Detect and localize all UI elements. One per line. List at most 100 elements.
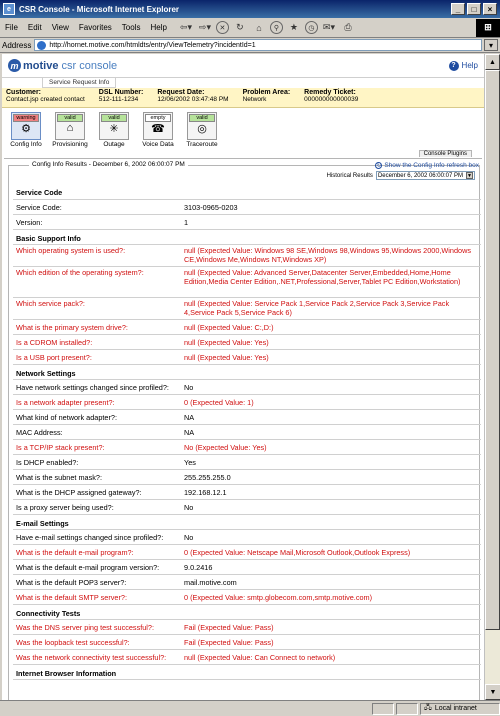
question-cell: Was the network connectivity test succes…	[13, 649, 181, 665]
intranet-icon: 🖧	[424, 704, 432, 711]
table-row: Which service pack?: null (Expected Value…	[13, 297, 481, 320]
section-header-row: Connectivity Tests	[13, 604, 481, 620]
favorites-icon[interactable]: ★	[286, 21, 302, 35]
question-cell: Was the loopback test successful?:	[13, 634, 181, 650]
refresh-icon[interactable]: ↻	[232, 21, 248, 35]
table-row: What is the default SMTP server?: 0 (Expe…	[13, 589, 481, 605]
question-cell: Is DHCP enabled?:	[13, 454, 181, 470]
dsl-label: DSL Number:	[98, 89, 144, 96]
results-tab-title: Config Info Results - December 6, 2002 0…	[29, 161, 188, 168]
question-cell: Which service pack?:	[13, 297, 181, 320]
plugin-provisioning[interactable]: valid ⌂ Provisioning	[50, 112, 90, 150]
windows-logo-icon: ⊞	[476, 18, 500, 37]
table-row: Is a CDROM installed?: null (Expected Val…	[13, 334, 481, 350]
window-title: CSR Console - Microsoft Internet Explore…	[19, 4, 180, 14]
answer-cell: 0 (Expected Value: Netscape Mail,Microso…	[181, 544, 481, 560]
service-request-info: Customer: Contact.jsp created contact DSL…	[2, 88, 484, 108]
forward-icon[interactable]: ⇨▾	[197, 21, 213, 35]
print-icon[interactable]: ⎙	[340, 21, 356, 35]
plugin-icon: valid ◎	[187, 112, 217, 140]
address-input[interactable]: http://hornet.motive.com/htmldts/entry/V…	[34, 39, 482, 51]
scroll-thumb[interactable]	[485, 70, 500, 630]
stop-icon[interactable]: ✕	[215, 21, 229, 34]
chevron-down-icon: ▼	[466, 172, 473, 179]
table-row: What is the DHCP assigned gateway?: 192.1…	[13, 484, 481, 500]
search-icon[interactable]: ⚲	[269, 21, 283, 34]
answer-cell: null (Expected Value: Advanced Server,Da…	[181, 266, 481, 298]
answer-cell: No	[181, 499, 481, 515]
menu-view[interactable]: View	[47, 23, 74, 32]
answer-cell: 3103-0965-0203	[181, 199, 481, 215]
table-row: Service Code: 3103-0965-0203	[13, 199, 481, 215]
back-icon[interactable]: ⇦▾	[178, 21, 194, 35]
window-titlebar: e CSR Console - Microsoft Internet Explo…	[0, 0, 500, 18]
refresh-box-link[interactable]: ↻ Show the Config Info refresh box	[375, 162, 479, 169]
plugin-traceroute[interactable]: valid ◎ Traceroute	[182, 112, 222, 150]
menu-help[interactable]: Help	[145, 23, 171, 32]
answer-cell: 0 (Expected Value: 1)	[181, 394, 481, 410]
minimize-button[interactable]: _	[451, 3, 465, 15]
close-button[interactable]: ×	[483, 3, 497, 15]
answer-cell: 9.0.2416	[181, 559, 481, 575]
tab-console-plugins[interactable]: Console Plugins	[418, 150, 472, 157]
menu-tools[interactable]: Tools	[117, 23, 146, 32]
plugin-label: Outage	[103, 141, 125, 148]
status-bar: 🖧 Local intranet	[0, 700, 500, 716]
question-cell: Is a network adapter present?:	[13, 394, 181, 410]
question-cell: What is the default e-mail program versi…	[13, 559, 181, 575]
section-header-row: Network Settings	[13, 364, 481, 380]
problem-area-label: Problem Area:	[242, 89, 291, 96]
address-dropdown-button[interactable]: ▾	[484, 39, 498, 51]
plugin-outage[interactable]: valid ✳ Outage	[94, 112, 134, 150]
menu-edit[interactable]: Edit	[23, 23, 47, 32]
menubar: File Edit View Favorites Tools Help ⇦▾ ⇨▾ ✕ ↻…	[0, 18, 500, 38]
scroll-up-arrow[interactable]: ▲	[485, 54, 500, 70]
tab-service-request-info[interactable]: Service Request Info	[42, 78, 117, 88]
historical-results-select[interactable]: December 6, 2002 06:00:07 PM ▼	[375, 171, 475, 180]
plugin-config-info[interactable]: warning ⚙ Config Info	[6, 112, 46, 150]
answer-cell: 0 (Expected Value: smtp.globecom.com,smt…	[181, 589, 481, 605]
table-row: What is the primary system drive?: null (…	[13, 319, 481, 335]
answer-cell: null (Expected Value: Windows 98 SE,Wind…	[181, 244, 481, 267]
request-date-label: Request Date:	[157, 89, 205, 96]
plugin-voice-data[interactable]: empty ☎ Voice Data	[138, 112, 178, 150]
history-icon[interactable]: ◷	[304, 21, 318, 34]
address-url: http://hornet.motive.com/htmldts/entry/V…	[49, 41, 256, 49]
answer-cell: null (Expected Value: Yes)	[181, 334, 481, 350]
section-title: Basic Support Info	[13, 229, 481, 245]
mail-icon[interactable]: ✉▾	[321, 21, 337, 35]
answer-cell: No	[181, 529, 481, 545]
table-row: What kind of network adapter?: NA	[13, 409, 481, 425]
plugin-label: Traceroute	[186, 141, 218, 148]
table-row: Was the DNS server ping test successful?…	[13, 619, 481, 635]
ie-app-icon: e	[3, 3, 15, 15]
section-header-row: Basic Support Info	[13, 229, 481, 245]
help-icon: ?	[448, 60, 459, 71]
plugin-glyph-icon: ⚙	[21, 123, 31, 135]
question-cell: What is the subnet mask?:	[13, 469, 181, 485]
menu-favorites[interactable]: Favorites	[74, 23, 117, 32]
plugin-icon: warning ⚙	[11, 112, 41, 140]
answer-cell: null (Expected Value: Service Pack 1,Ser…	[181, 297, 481, 320]
status-badge: valid	[101, 114, 127, 122]
answer-cell: NA	[181, 424, 481, 440]
question-cell: Version:	[13, 214, 181, 230]
question-cell: What kind of network adapter?:	[13, 409, 181, 425]
question-cell: Which edition of the operating system?:	[13, 266, 181, 298]
question-cell: MAC Address:	[13, 424, 181, 440]
page-icon	[37, 40, 47, 50]
help-label: Help	[461, 61, 478, 70]
plugin-glyph-icon: ☎	[151, 123, 165, 135]
config-info-results: Config Info Results - December 6, 2002 0…	[8, 161, 481, 700]
menu-file[interactable]: File	[0, 23, 23, 32]
plugin-label: Voice Data	[142, 141, 174, 148]
vertical-scrollbar[interactable]: ▲ ▼	[484, 54, 500, 700]
home-icon[interactable]: ⌂	[251, 21, 267, 35]
question-cell: What is the default SMTP server?:	[13, 589, 181, 605]
answer-cell: 1	[181, 214, 481, 230]
maximize-button[interactable]: □	[467, 3, 481, 15]
question-cell: Service Code:	[13, 199, 181, 215]
help-link[interactable]: ? Help	[448, 60, 478, 71]
scroll-down-arrow[interactable]: ▼	[485, 684, 500, 700]
table-row: Is a proxy server being used?: No	[13, 499, 481, 515]
